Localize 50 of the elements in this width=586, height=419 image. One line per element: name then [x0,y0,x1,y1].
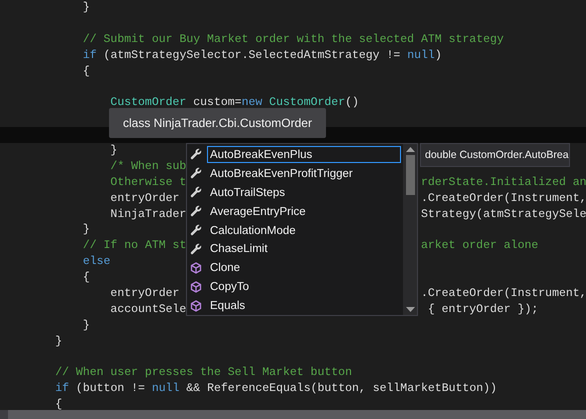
completion-item[interactable]: AverageEntryPrice [207,202,401,220]
completion-item[interactable]: CalculationMode [207,222,401,238]
wrench-icon [190,148,202,160]
completion-item[interactable]: AutoTrailSteps [207,184,401,201]
type-tooltip: class NinjaTrader.Cbi.CustomOrder [109,108,326,138]
code-line: { [55,397,62,414]
completion-item[interactable]: ChaseLimit [207,240,401,258]
code-line: } [110,143,118,159]
wrench-icon [190,242,202,255]
code-line: NinjaTrader [110,206,186,222]
code-line: if (button != null && ReferenceEquals(button, sellMarketButton)) [55,381,497,398]
code-line: rderState.Initialized an [420,174,586,191]
code-line: Strategy(atmStrategySele [420,206,586,222]
completion-item[interactable]: Equals [207,297,401,314]
code-line: entryOrder [110,190,180,207]
completion-item[interactable]: AutoBreakEvenProfitTrigger [207,164,401,182]
code-line: if (atmStrategySelector.SelectedAtmStrategy != null) [82,48,442,64]
code-line: } [82,0,90,16]
completion-item[interactable]: CopyTo [207,278,401,296]
code-line: // When user presses the Sell Market button [55,365,352,382]
code-line: } [82,318,90,334]
cube-icon [190,300,202,312]
cube-icon [190,280,202,293]
code-line: { [82,270,90,286]
wrench-icon [190,224,202,236]
completion-item[interactable]: AutoBreakEvenPlus [207,146,401,163]
detail-tooltip: double CustomOrder.AutoBrea [420,143,570,167]
code-line: arket order alone [420,238,538,254]
code-line: .CreateOrder(Instrument, [420,286,586,302]
code-line: // Submit our Buy Market order with the selected ATM strategy [82,32,504,48]
wrench-icon [190,186,202,198]
scrollbar-thumb[interactable] [406,155,414,195]
code-line: } [82,222,90,238]
code-line: { [82,64,90,80]
code-line: accountSele [110,302,186,318]
code-line: entryOrder [110,286,180,302]
wrench-icon [190,167,202,180]
completion-item[interactable]: Clone [207,259,401,276]
down-arrow-icon[interactable] [406,307,414,312]
code-line: .CreateOrder(Instrument, [420,190,586,207]
code-line: Otherwise t [110,174,186,191]
code-line: else [82,254,110,270]
wrench-icon [190,205,202,218]
code-line: // If no ATM st [82,238,186,254]
up-arrow-icon[interactable] [406,147,414,152]
code-line: /* When sub [110,158,186,175]
scrollbar[interactable] [403,144,417,315]
cube-icon [190,262,202,274]
code-line: } [55,334,62,350]
code-line: { entryOrder }); [426,302,538,318]
